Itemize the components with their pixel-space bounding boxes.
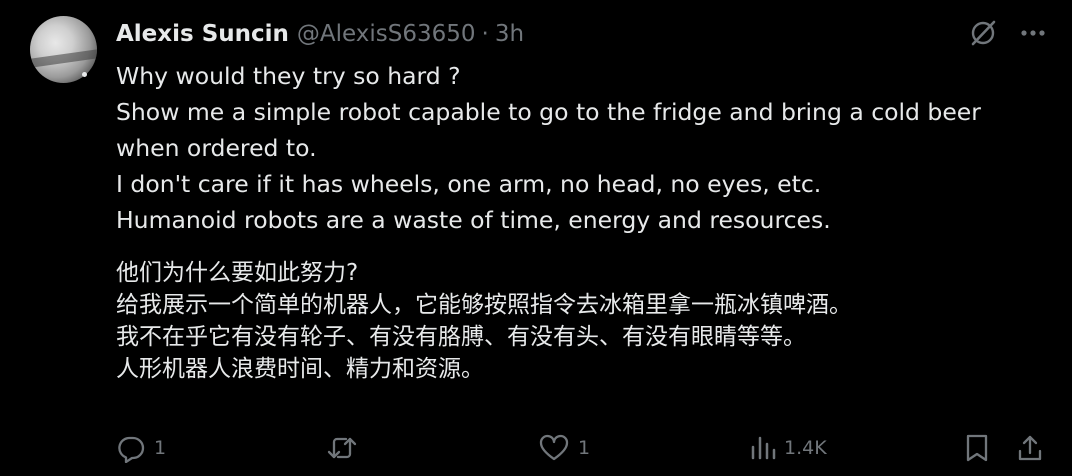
header-separator: ·: [481, 21, 489, 47]
repost-button[interactable]: [326, 428, 366, 468]
avatar[interactable]: [30, 16, 97, 83]
reply-count: 1: [154, 437, 167, 459]
reply-button[interactable]: 1: [116, 428, 166, 468]
text-en-line: Show me a simple robot capable to go to …: [116, 98, 981, 126]
reply-icon: [116, 433, 146, 463]
repost-icon: [326, 433, 358, 463]
views-button[interactable]: 1.4K: [748, 428, 827, 468]
text-cn-line: 人形机器人浪费时间、精力和资源。: [116, 356, 484, 382]
post-time[interactable]: 3h: [495, 21, 524, 47]
bookmark-button[interactable]: [964, 428, 990, 468]
text-cn-line: 给我展示一个简单的机器人，它能够按照指令去冰箱里拿一瓶冰镇啤酒。: [116, 292, 852, 318]
top-actions: [968, 18, 1046, 48]
author-name[interactable]: Alexis Suncin: [116, 21, 289, 47]
more-icon[interactable]: [1020, 29, 1046, 37]
author-handle[interactable]: @AlexisS63650: [297, 21, 476, 47]
text-en-line: Why would they try so hard ?: [116, 62, 461, 90]
text-en-line: when ordered to.: [116, 134, 317, 162]
text-cn-line: 我不在乎它有没有轮子、有没有胳膊、有没有头、有没有眼睛等等。: [116, 324, 806, 350]
grok-slash-icon[interactable]: [968, 18, 998, 48]
views-icon: [748, 433, 776, 463]
thread-dot: [82, 72, 87, 77]
share-button[interactable]: [1016, 428, 1044, 468]
text-cn-line: 他们为什么要如此努力?: [116, 260, 359, 286]
action-bar: 1 1 1.4K: [116, 428, 1046, 468]
views-count: 1.4K: [784, 437, 827, 459]
text-en-line: I don't care if it has wheels, one arm, …: [116, 170, 822, 198]
text-en-line: Humanoid robots are a waste of time, ene…: [116, 206, 831, 234]
tweet-text: Why would they try so hard ? Show me a s…: [116, 58, 1046, 385]
share-icon: [1016, 433, 1044, 463]
like-icon: [538, 433, 570, 463]
bookmark-icon: [964, 433, 990, 463]
tweet-header: Alexis Suncin @AlexisS63650 · 3h: [116, 16, 524, 52]
like-count: 1: [578, 437, 591, 459]
like-button[interactable]: 1: [538, 428, 590, 468]
